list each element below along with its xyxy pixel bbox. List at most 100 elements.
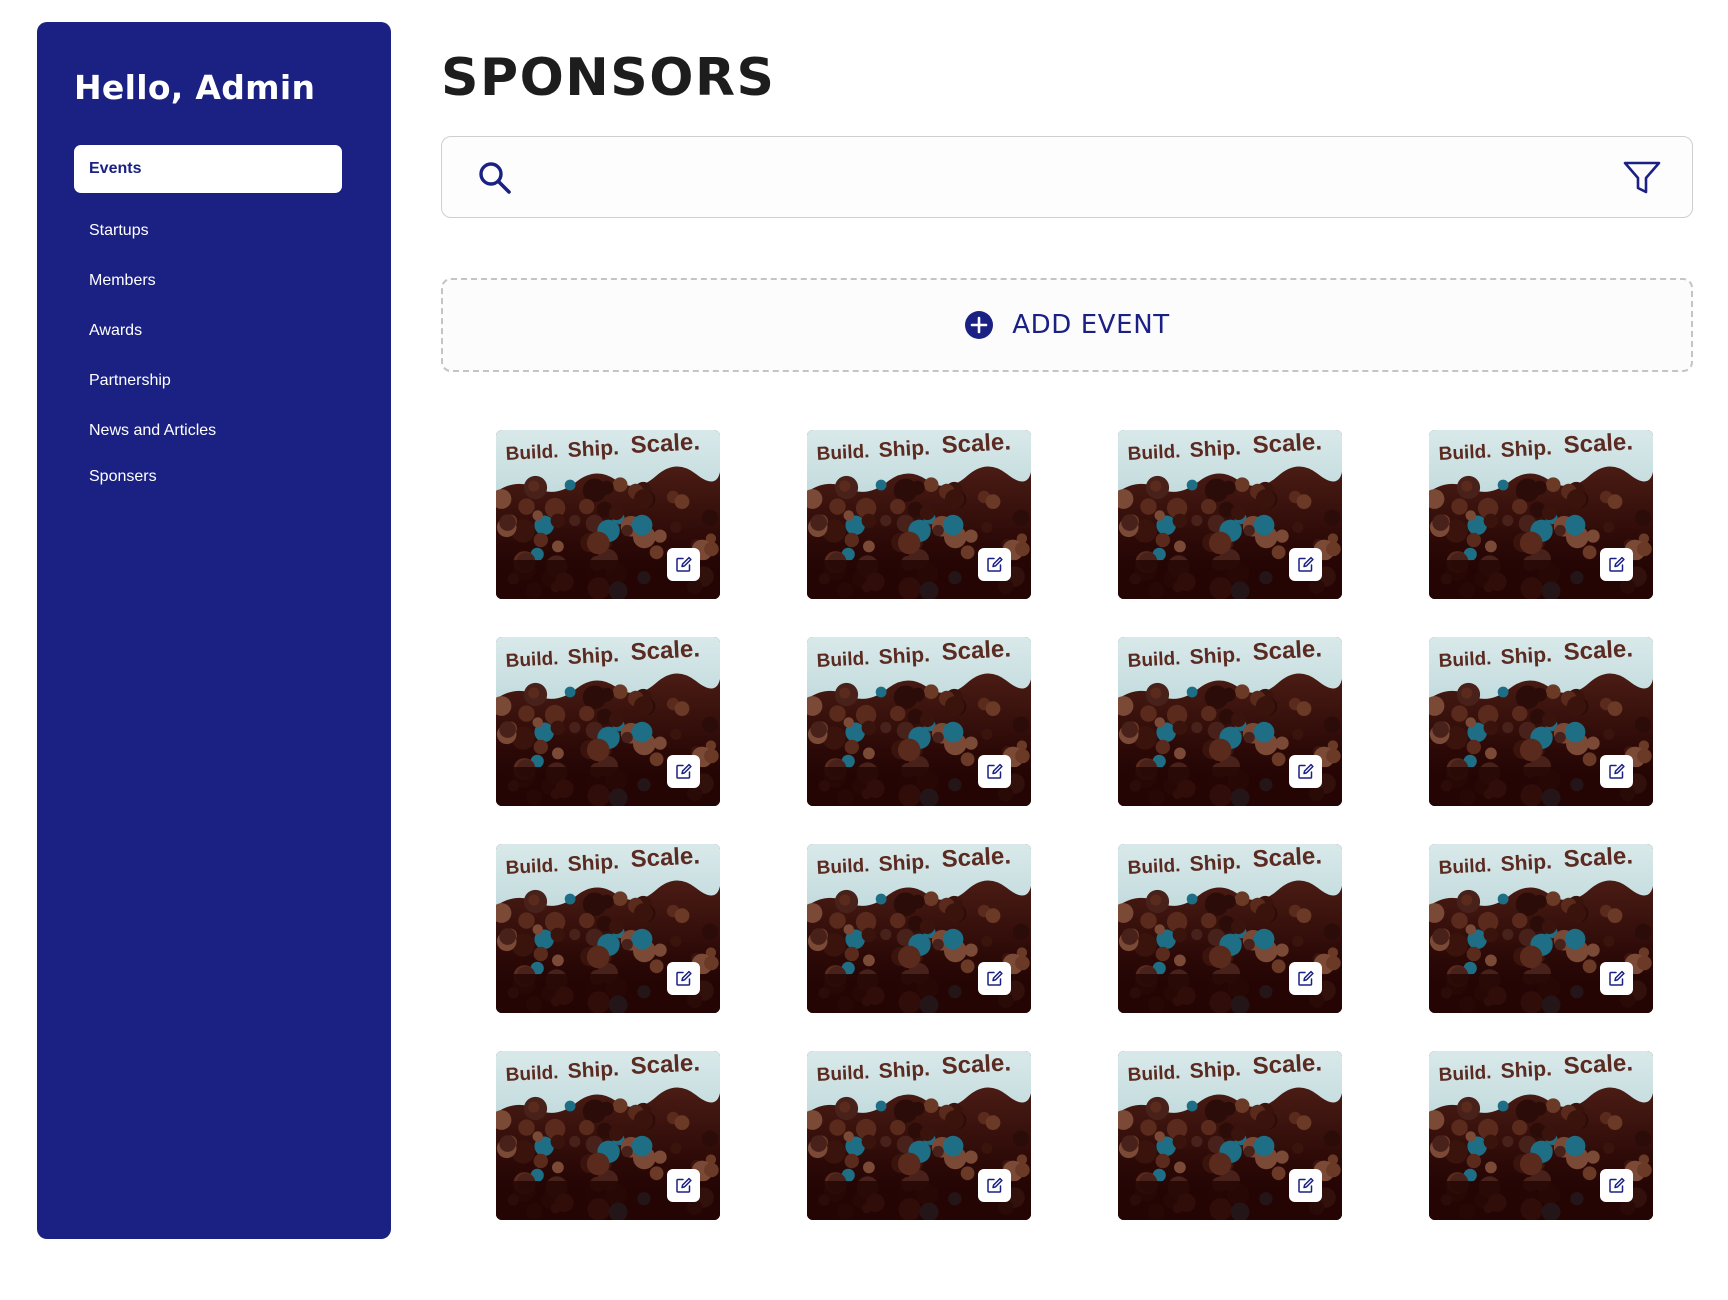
- svg-text:Ship.: Ship.: [878, 643, 930, 669]
- svg-text:Build.: Build.: [505, 441, 559, 465]
- edit-button[interactable]: [1289, 755, 1322, 788]
- svg-text:Scale.: Scale.: [941, 430, 1012, 459]
- event-card[interactable]: Build. Ship. Scale.: [1429, 1051, 1653, 1220]
- svg-text:Scale.: Scale.: [630, 844, 701, 873]
- page-title: SPONSORS: [441, 48, 776, 108]
- svg-text:Scale.: Scale.: [1252, 637, 1323, 666]
- edit-button[interactable]: [1289, 1169, 1322, 1202]
- svg-text:Build.: Build.: [816, 441, 870, 465]
- sidebar-item-events[interactable]: Events: [74, 145, 342, 193]
- edit-icon: [987, 1177, 1003, 1193]
- event-card[interactable]: Build. Ship. Scale.: [807, 844, 1031, 1013]
- svg-text:Build.: Build.: [816, 855, 870, 879]
- svg-text:Build.: Build.: [1127, 855, 1181, 879]
- svg-text:Build.: Build.: [1127, 1062, 1181, 1086]
- sidebar-item-news-and-articles[interactable]: News and Articles: [74, 407, 342, 455]
- svg-text:Scale.: Scale.: [1563, 844, 1634, 873]
- edit-button[interactable]: [1600, 962, 1633, 995]
- edit-button[interactable]: [978, 1169, 1011, 1202]
- edit-icon: [987, 556, 1003, 572]
- sidebar-item-awards[interactable]: Awards: [74, 307, 342, 355]
- edit-icon: [1298, 1177, 1314, 1193]
- event-card[interactable]: Build. Ship. Scale.: [807, 1051, 1031, 1220]
- edit-button[interactable]: [978, 962, 1011, 995]
- event-card[interactable]: Build. Ship. Scale.: [496, 844, 720, 1013]
- edit-icon: [676, 1177, 692, 1193]
- svg-text:Ship.: Ship.: [878, 436, 930, 462]
- edit-button[interactable]: [978, 755, 1011, 788]
- add-event-button[interactable]: ADD EVENT: [441, 278, 1693, 372]
- event-card[interactable]: Build. Ship. Scale.: [1429, 430, 1653, 599]
- edit-icon: [1298, 763, 1314, 779]
- event-card[interactable]: Build. Ship. Scale.: [496, 430, 720, 599]
- edit-button[interactable]: [1600, 1169, 1633, 1202]
- svg-text:Ship.: Ship.: [567, 1057, 619, 1083]
- search-icon[interactable]: [478, 161, 512, 195]
- edit-icon: [1609, 1177, 1625, 1193]
- edit-button[interactable]: [1600, 548, 1633, 581]
- sidebar-item-members[interactable]: Members: [74, 257, 342, 305]
- svg-text:Build.: Build.: [505, 1062, 559, 1086]
- edit-button[interactable]: [1600, 755, 1633, 788]
- svg-text:Scale.: Scale.: [1563, 430, 1634, 459]
- svg-text:Scale.: Scale.: [941, 1051, 1012, 1080]
- event-card[interactable]: Build. Ship. Scale.: [1118, 844, 1342, 1013]
- svg-text:Build.: Build.: [1438, 855, 1492, 879]
- svg-text:Build.: Build.: [1127, 441, 1181, 465]
- edit-icon: [987, 970, 1003, 986]
- search-bar: [441, 136, 1693, 218]
- edit-icon: [987, 763, 1003, 779]
- edit-button[interactable]: [1289, 548, 1322, 581]
- event-card[interactable]: Build. Ship. Scale.: [1118, 1051, 1342, 1220]
- svg-text:Scale.: Scale.: [630, 430, 701, 459]
- event-card[interactable]: Build. Ship. Scale.: [1118, 430, 1342, 599]
- svg-text:Ship.: Ship.: [1500, 850, 1552, 876]
- svg-text:Build.: Build.: [1438, 1062, 1492, 1086]
- svg-text:Ship.: Ship.: [878, 850, 930, 876]
- add-event-content: ADD EVENT: [964, 310, 1169, 340]
- edit-button[interactable]: [667, 548, 700, 581]
- svg-text:Ship.: Ship.: [567, 643, 619, 669]
- svg-text:Build.: Build.: [816, 648, 870, 672]
- event-card[interactable]: Build. Ship. Scale.: [496, 637, 720, 806]
- svg-text:Build.: Build.: [816, 1062, 870, 1086]
- event-card[interactable]: Build. Ship. Scale.: [496, 1051, 720, 1220]
- edit-button[interactable]: [667, 1169, 700, 1202]
- svg-text:Ship.: Ship.: [1500, 436, 1552, 462]
- add-event-label: ADD EVENT: [1012, 310, 1170, 340]
- event-card[interactable]: Build. Ship. Scale.: [807, 430, 1031, 599]
- svg-text:Build.: Build.: [1438, 441, 1492, 465]
- svg-text:Scale.: Scale.: [1252, 844, 1323, 873]
- edit-icon: [676, 970, 692, 986]
- sidebar-item-startups[interactable]: Startups: [74, 207, 342, 255]
- sidebar-item-partnership[interactable]: Partnership: [74, 357, 342, 405]
- sidebar-item-sponsers[interactable]: Sponsers: [74, 453, 342, 501]
- edit-button[interactable]: [667, 962, 700, 995]
- edit-icon: [1609, 556, 1625, 572]
- svg-text:Scale.: Scale.: [630, 637, 701, 666]
- svg-text:Ship.: Ship.: [1189, 850, 1241, 876]
- sidebar-nav: Events Startups Members Awards Partnersh…: [74, 145, 342, 501]
- svg-text:Build.: Build.: [505, 648, 559, 672]
- plus-circle-icon: [965, 311, 994, 339]
- filter-icon[interactable]: [1622, 159, 1662, 197]
- event-card[interactable]: Build. Ship. Scale.: [1429, 637, 1653, 806]
- svg-text:Scale.: Scale.: [1252, 1051, 1323, 1080]
- edit-button[interactable]: [1289, 962, 1322, 995]
- edit-button[interactable]: [978, 548, 1011, 581]
- edit-icon: [1609, 970, 1625, 986]
- svg-text:Ship.: Ship.: [1500, 643, 1552, 669]
- event-card[interactable]: Build. Ship. Scale.: [1429, 844, 1653, 1013]
- svg-text:Ship.: Ship.: [1189, 1057, 1241, 1083]
- edit-icon: [676, 556, 692, 572]
- event-card[interactable]: Build. Ship. Scale.: [1118, 637, 1342, 806]
- edit-button[interactable]: [667, 755, 700, 788]
- svg-text:Ship.: Ship.: [1189, 436, 1241, 462]
- svg-text:Build.: Build.: [1127, 648, 1181, 672]
- search-input[interactable]: [528, 153, 1578, 203]
- svg-text:Scale.: Scale.: [941, 844, 1012, 873]
- svg-text:Scale.: Scale.: [630, 1051, 701, 1080]
- svg-text:Ship.: Ship.: [567, 436, 619, 462]
- event-card[interactable]: Build. Ship. Scale.: [807, 637, 1031, 806]
- svg-text:Build.: Build.: [505, 855, 559, 879]
